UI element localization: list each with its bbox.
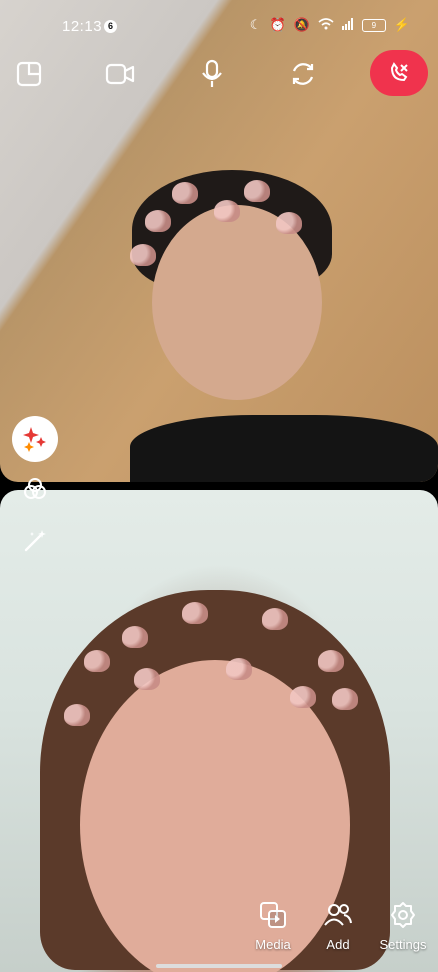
butterfly-decoration bbox=[290, 686, 316, 708]
media-icon bbox=[260, 902, 286, 928]
butterfly-decoration bbox=[64, 704, 90, 726]
settings-button[interactable]: Settings bbox=[378, 900, 428, 952]
microphone-toggle-button[interactable] bbox=[190, 52, 234, 96]
switch-camera-icon bbox=[292, 63, 314, 85]
butterfly-decoration bbox=[214, 200, 240, 222]
settings-label: Settings bbox=[379, 937, 427, 952]
butterfly-decoration bbox=[318, 650, 344, 672]
remote-person-face bbox=[152, 205, 322, 400]
magic-wand-icon bbox=[24, 530, 46, 552]
butterfly-decoration bbox=[130, 244, 156, 266]
moon-icon: ☾ bbox=[249, 17, 262, 32]
notification-badge: 6 bbox=[104, 20, 117, 33]
charging-icon: ⚡ bbox=[393, 17, 410, 32]
video-toggle-button[interactable] bbox=[98, 52, 142, 96]
battery-icon: 9 bbox=[361, 18, 386, 32]
remote-person-shirt bbox=[130, 415, 438, 482]
sparkle-effects-icon bbox=[23, 427, 46, 452]
layout-button[interactable] bbox=[7, 52, 51, 96]
add-label: Add bbox=[326, 937, 350, 952]
magic-wand-button[interactable] bbox=[22, 528, 48, 554]
butterfly-decoration bbox=[134, 668, 160, 690]
butterfly-decoration bbox=[84, 650, 110, 672]
add-button[interactable]: Add bbox=[320, 900, 356, 952]
butterfly-decoration bbox=[262, 608, 288, 630]
add-people-icon bbox=[324, 904, 352, 926]
filters-icon bbox=[24, 478, 46, 499]
media-label: Media bbox=[255, 937, 291, 952]
self-video-feed[interactable] bbox=[0, 490, 438, 972]
status-time: 12:13 bbox=[62, 18, 103, 35]
butterfly-decoration bbox=[122, 626, 148, 648]
settings-gear-icon bbox=[391, 902, 415, 928]
status-bar: 12:13 6 ☾ ⏰ 🔕 9 ⚡ bbox=[0, 0, 438, 54]
butterfly-decoration bbox=[244, 180, 270, 202]
butterfly-decoration bbox=[332, 688, 358, 710]
mute-icon: 🔕 bbox=[293, 17, 310, 32]
switch-camera-button[interactable] bbox=[281, 52, 325, 96]
butterfly-decoration bbox=[172, 182, 198, 204]
filters-button[interactable] bbox=[22, 476, 48, 502]
home-indicator[interactable] bbox=[156, 964, 282, 968]
end-call-button[interactable] bbox=[370, 50, 428, 96]
video-camera-icon bbox=[105, 63, 135, 85]
butterfly-decoration bbox=[226, 658, 252, 680]
media-button[interactable]: Media bbox=[253, 900, 293, 952]
layout-icon bbox=[16, 61, 42, 87]
microphone-icon bbox=[202, 59, 222, 87]
end-call-icon bbox=[390, 62, 408, 82]
wifi-icon bbox=[318, 17, 334, 33]
butterfly-decoration bbox=[276, 212, 302, 234]
status-icons: ☾ ⏰ 🔕 9 ⚡ bbox=[250, 17, 410, 33]
signal-icon bbox=[341, 17, 354, 33]
butterfly-decoration bbox=[182, 602, 208, 624]
butterfly-decoration bbox=[145, 210, 171, 232]
effects-button[interactable] bbox=[12, 416, 58, 462]
alarm-icon: ⏰ bbox=[269, 17, 286, 32]
